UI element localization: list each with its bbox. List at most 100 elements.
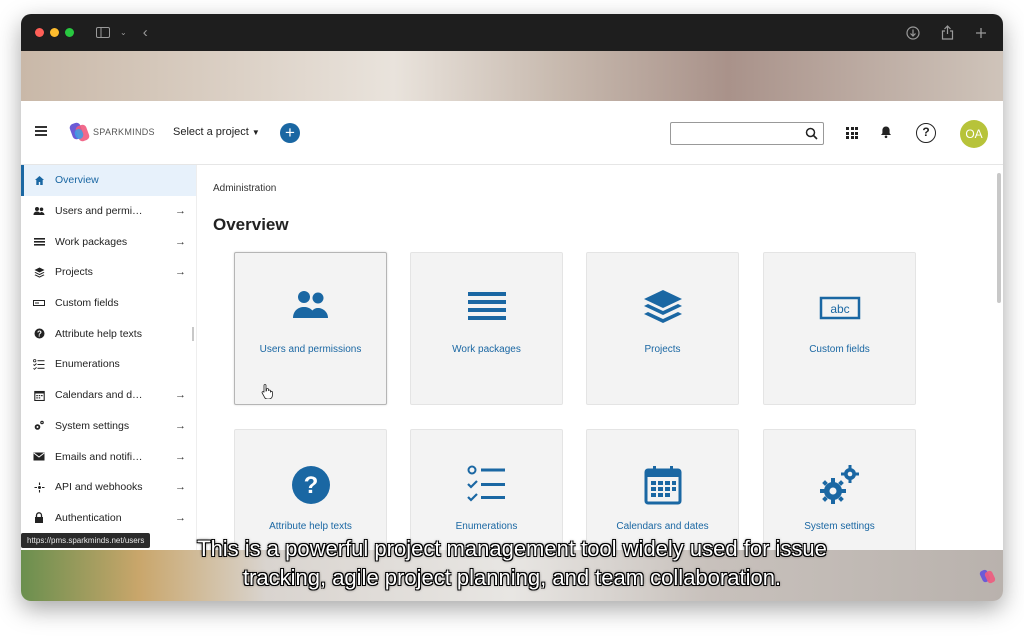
sidebar-item-lock[interactable]: Authentication → <box>21 503 196 534</box>
sidebar-scrollbar[interactable] <box>192 327 194 341</box>
sidebar-item-label: Work packages <box>55 235 128 248</box>
users-icon <box>33 205 45 217</box>
main-content: Administration Overview Users and permis… <box>197 165 1003 550</box>
video-subtitle: This is a powerful project management to… <box>21 534 1003 592</box>
abc-text: abc <box>830 302 849 316</box>
sidebar-item-label: Calendars and d… <box>55 389 143 402</box>
sidebar-item-label: API and webhooks <box>55 481 143 494</box>
browser-window: ⌄ ‹ SPARKMINDS Select a project ▼ + ? OA… <box>21 14 1003 601</box>
page-title: Overview <box>213 215 289 234</box>
sidebar-item-label: Authentication <box>55 511 122 524</box>
back-icon[interactable]: ‹ <box>143 24 148 41</box>
arrow-right-icon[interactable]: → <box>175 420 186 432</box>
tile-enumerations[interactable]: Enumerations <box>410 429 563 550</box>
layers-icon <box>643 290 682 323</box>
enumeration-icon <box>466 465 505 502</box>
help-icon[interactable]: ? <box>916 123 936 143</box>
subtitle-line-1: This is a powerful project management to… <box>197 536 827 561</box>
tile-work-packages[interactable]: Work packages <box>410 252 563 405</box>
project-select-dropdown[interactable]: Select a project ▼ <box>173 126 260 138</box>
chevron-down-icon[interactable]: ⌄ <box>120 28 127 37</box>
sidebar-item-list[interactable]: Work packages → <box>21 226 196 257</box>
tile-attribute-help-texts[interactable]: ? Attribute help texts <box>234 429 387 550</box>
close-window-button[interactable] <box>35 28 44 37</box>
tile-projects[interactable]: Projects <box>586 252 739 405</box>
window-controls <box>35 28 74 37</box>
avatar[interactable]: OA <box>960 120 988 148</box>
tile-label: Calendars and dates <box>616 521 709 532</box>
sidebar-item-settings-gears[interactable]: System settings → <box>21 411 196 442</box>
settings-gears-icon <box>819 465 859 504</box>
tile-label: Projects <box>644 344 681 355</box>
svg-text:?: ? <box>37 330 42 339</box>
search-icon[interactable] <box>805 127 818 140</box>
caret-down-icon: ▼ <box>251 127 260 137</box>
sidebar-item-users[interactable]: Users and permi… → <box>21 196 196 227</box>
arrow-right-icon[interactable]: → <box>175 481 186 493</box>
arrow-right-icon[interactable]: → <box>175 205 186 217</box>
api-icon <box>33 481 45 493</box>
tile-label: Users and permissions <box>259 344 362 355</box>
home-icon <box>33 174 45 186</box>
sidebar-item-home[interactable]: Overview <box>21 165 196 196</box>
share-icon[interactable] <box>939 25 955 41</box>
abc-field-icon: abc <box>819 296 860 320</box>
settings-gears-icon <box>33 420 45 432</box>
menu-icon[interactable] <box>35 126 47 136</box>
minimize-window-button[interactable] <box>50 28 59 37</box>
arrow-right-icon[interactable]: → <box>175 451 186 463</box>
sidebar-item-custom-field[interactable]: Custom fields <box>21 288 196 319</box>
project-select-label: Select a project <box>173 126 249 138</box>
help-circle-icon: ? <box>33 328 45 340</box>
help-circle-icon: ? <box>291 466 330 504</box>
subtitle-line-2: tracking, agile project planning, and te… <box>242 565 782 590</box>
new-tab-icon[interactable] <box>973 25 989 41</box>
logo[interactable]: SPARKMINDS <box>68 121 155 143</box>
sidebar-item-label: Projects <box>55 266 93 279</box>
add-button[interactable]: + <box>280 123 300 143</box>
tile-label: Custom fields <box>809 344 870 355</box>
tile-custom-fields[interactable]: abc Custom fields <box>763 252 916 405</box>
search-input[interactable] <box>670 122 824 145</box>
modules-grid-icon[interactable] <box>846 127 858 139</box>
hand-pointer-cursor-icon <box>261 384 273 399</box>
users-icon <box>292 291 328 318</box>
tile-label: Attribute help texts <box>269 521 352 532</box>
calendar-icon <box>644 466 681 505</box>
calendar-icon <box>33 389 45 401</box>
sidebar-item-calendar[interactable]: Calendars and d… → <box>21 380 196 411</box>
arrow-right-icon[interactable]: → <box>175 512 186 524</box>
enumeration-icon <box>33 358 45 370</box>
scrollbar[interactable] <box>997 173 1001 303</box>
tile-label: System settings <box>804 521 875 532</box>
bell-icon[interactable] <box>879 125 893 139</box>
svg-text:?: ? <box>303 472 318 499</box>
tile-system-settings[interactable]: System settings <box>763 429 916 550</box>
tile-users-and-permissions[interactable]: Users and permissions <box>234 252 387 405</box>
maximize-window-button[interactable] <box>65 28 74 37</box>
download-icon[interactable] <box>905 25 921 41</box>
tile-calendars-and-dates[interactable]: Calendars and dates <box>586 429 739 550</box>
arrow-right-icon[interactable]: → <box>175 389 186 401</box>
sidebar-toggle-icon[interactable] <box>96 27 110 38</box>
admin-app: SPARKMINDS Select a project ▼ + ? OA Ove… <box>21 101 1003 550</box>
sidebar-item-enumeration[interactable]: Enumerations <box>21 349 196 380</box>
app-header: SPARKMINDS Select a project ▼ + ? OA <box>21 101 1003 165</box>
arrow-right-icon[interactable]: → <box>175 266 186 278</box>
breadcrumb[interactable]: Administration <box>213 183 276 194</box>
sidebar-item-label: Overview <box>55 174 99 187</box>
layers-icon <box>33 266 45 278</box>
sidebar-item-api[interactable]: API and webhooks → <box>21 472 196 503</box>
custom-field-icon <box>33 297 45 309</box>
sidebar-item-layers[interactable]: Projects → <box>21 257 196 288</box>
sidebar-item-help-circle[interactable]: ? Attribute help texts <box>21 318 196 349</box>
arrow-right-icon[interactable]: → <box>175 236 186 248</box>
list-icon <box>33 236 45 248</box>
sidebar-item-label: Custom fields <box>55 297 119 310</box>
sidebar-item-label: Attribute help texts <box>55 327 142 340</box>
logo-text: SPARKMINDS <box>93 127 155 137</box>
sidebar-item-mail[interactable]: Emails and notifi… → <box>21 441 196 472</box>
watermark-logo-icon <box>978 568 997 585</box>
sidebar-item-label: System settings <box>55 419 130 432</box>
tile-label: Enumerations <box>455 521 518 532</box>
